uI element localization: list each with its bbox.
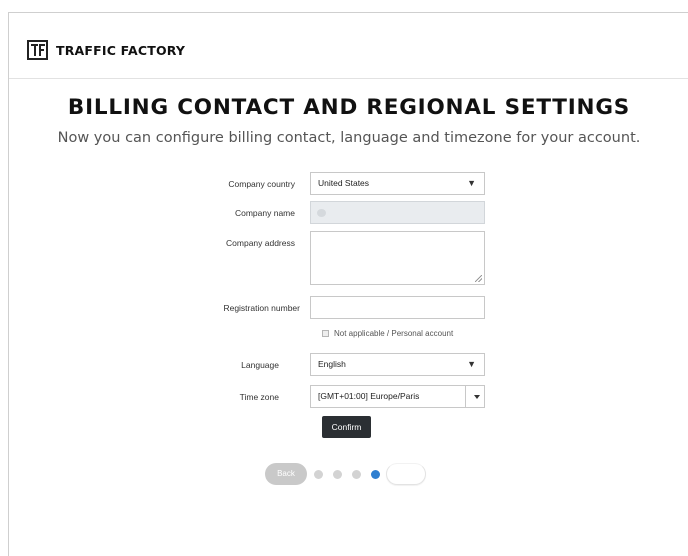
wizard-pager: Back bbox=[265, 463, 426, 485]
company-address-textarea[interactable] bbox=[310, 231, 485, 285]
company-name-label: Company name bbox=[234, 208, 295, 218]
time-zone-value: [GMT+01:00] Europe/Paris bbox=[318, 391, 420, 401]
step-dot[interactable] bbox=[314, 469, 323, 479]
page-subtitle: Now you can configure billing contact, l… bbox=[57, 130, 641, 146]
caret-down-icon[interactable] bbox=[474, 395, 480, 399]
step-dot-active[interactable] bbox=[371, 469, 380, 479]
page-title: BILLING CONTACT AND REGIONAL SETTINGS bbox=[67, 95, 631, 120]
registration-number-label: Registration number bbox=[223, 303, 300, 313]
brand-logo[interactable]: TRAFFIC FACTORY bbox=[27, 40, 185, 60]
company-country-label: Company country bbox=[228, 179, 295, 189]
not-applicable-checkbox[interactable] bbox=[322, 330, 329, 337]
language-value: English bbox=[318, 359, 346, 369]
not-applicable-row[interactable]: Not applicable / Personal account bbox=[322, 329, 453, 338]
dropdown-arrow-icon: ▼ bbox=[467, 359, 476, 369]
company-country-select[interactable]: United States ▼ bbox=[310, 172, 485, 195]
select-divider bbox=[465, 386, 466, 407]
step-dot[interactable] bbox=[352, 469, 361, 479]
page-frame: TRAFFIC FACTORY BILLING CONTACT AND REGI… bbox=[8, 12, 688, 556]
language-label: Language bbox=[241, 360, 279, 370]
next-button[interactable] bbox=[386, 463, 426, 485]
dropdown-arrow-icon: ▼ bbox=[467, 178, 476, 188]
back-button[interactable]: Back bbox=[265, 463, 307, 485]
tf-logo-icon bbox=[27, 40, 48, 60]
language-select[interactable]: English ▼ bbox=[310, 353, 485, 376]
company-country-value: United States bbox=[318, 178, 370, 188]
resize-handle-icon[interactable] bbox=[475, 275, 482, 282]
header: TRAFFIC FACTORY bbox=[9, 13, 688, 79]
brand-name: TRAFFIC FACTORY bbox=[56, 42, 186, 58]
registration-number-input[interactable] bbox=[310, 296, 485, 319]
step-dot[interactable] bbox=[333, 469, 342, 479]
redacted-value bbox=[317, 209, 326, 217]
company-name-input[interactable] bbox=[310, 201, 485, 224]
not-applicable-label: Not applicable / Personal account bbox=[334, 329, 454, 338]
confirm-button[interactable]: Confirm bbox=[322, 416, 371, 438]
time-zone-select[interactable]: [GMT+01:00] Europe/Paris bbox=[310, 385, 485, 408]
company-address-label: Company address bbox=[226, 238, 295, 248]
time-zone-label: Time zone bbox=[239, 392, 279, 402]
